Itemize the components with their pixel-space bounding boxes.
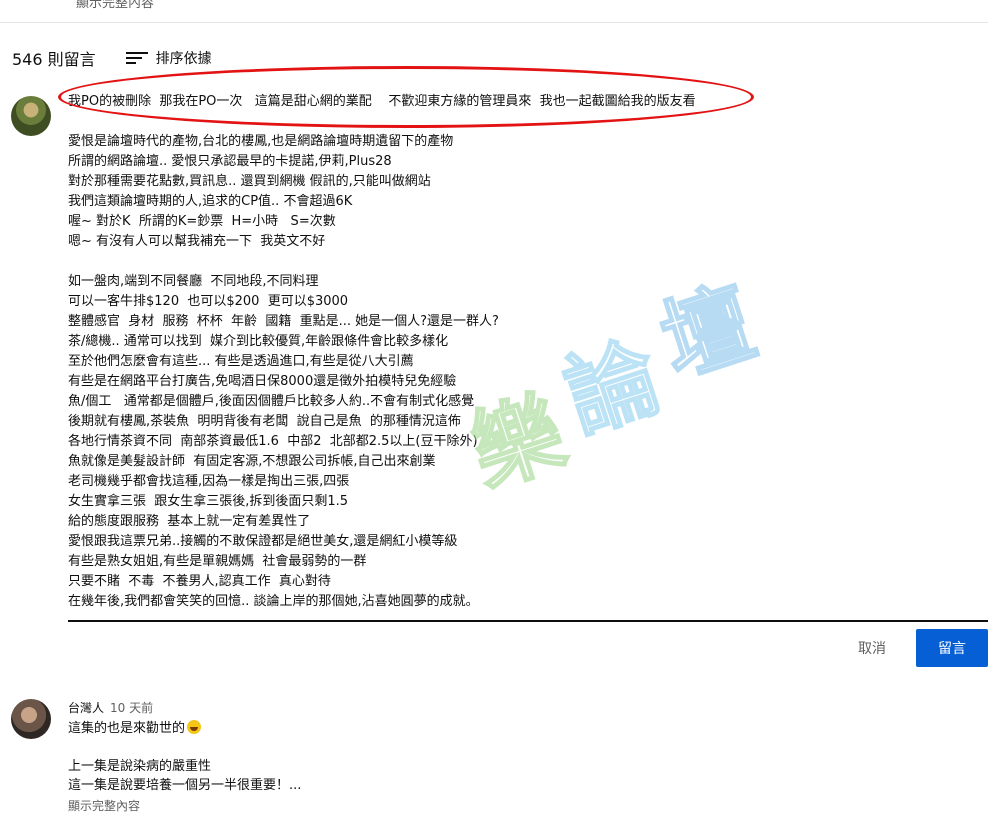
editor-line: 嗯~ 有沒有人可以幫我補充一下 我英文不好 [68, 234, 326, 249]
comment-line [68, 738, 968, 757]
sort-by-button[interactable]: 排序依據 [125, 48, 212, 68]
comment-line: 這集的也是來勸世的 [68, 721, 186, 736]
editor-line: 如一盤肉,端到不同餐廳 不同地段,不同料理 [68, 274, 319, 289]
commenter-avatar[interactable] [11, 699, 51, 739]
comments-header: 546 則留言 排序依據 [12, 46, 212, 70]
editor-line: 茶/總機.. 通常可以找到 媒介到比較優質,年齡跟條件會比較多樣化 [68, 334, 449, 349]
editor-line: 對於那種需要花點數,買訊息.. 還買到網機 假訊的,只能叫做網站 [68, 174, 431, 189]
comment-line: 上一集是說染病的嚴重性 [68, 759, 212, 774]
editor-line: 可以一客牛排$120 也可以$200 更可以$3000 [68, 294, 349, 309]
editor-line: 各地行情茶資不同 南部茶資最低1.6 中部2 北部都2.5以上(豆干除外) [68, 434, 478, 449]
editor-line: 所謂的網路論壇.. 愛恨只承認最早的卡提諾,伊莉,Plus28 [68, 154, 392, 169]
editor-line: 後期就有樓鳳,茶裝魚 明明背後有老闆 說自己是魚 的那種情況這佈 [68, 414, 461, 429]
comment-author[interactable]: 台灣人 [68, 701, 104, 715]
comment-time[interactable]: 10 天前 [110, 701, 153, 715]
cancel-button[interactable]: 取消 [840, 629, 904, 667]
comment-editor[interactable]: 我PO的被刪除 那我在PO一次 這篇是甜心網的業配 不歡迎東方緣的管理員來 我也… [68, 92, 988, 612]
editor-line: 我PO的被刪除 那我在PO一次 這篇是甜心網的業配 不歡迎東方緣的管理員來 我也… [68, 94, 696, 109]
editor-line: 愛恨是論壇時代的產物,台北的樓鳳,也是網路論壇時期遺留下的產物 [68, 134, 454, 149]
sort-icon [125, 51, 148, 65]
editor-line: 老司機幾乎都會找這種,因為一樣是掏出三張,四張 [68, 474, 350, 489]
editor-line: 魚/個工 通常都是個體戶,後面因個體戶比較多人約..不會有制式化感覺 [68, 394, 475, 409]
comment-body: 這集的也是來勸世的 上一集是說染病的嚴重性 這一集是說要培養一個另一半很重要！.… [68, 719, 968, 795]
editor-line: 我們這類論壇時期的人,追求的CP值.. 不會超過6K [68, 194, 353, 209]
comment-input[interactable]: 我PO的被刪除 那我在PO一次 這篇是甜心網的業配 不歡迎東方緣的管理員來 我也… [68, 92, 988, 612]
read-more-link[interactable]: 顯示完整內容 [68, 797, 968, 814]
divider [0, 22, 988, 23]
collapsed-text-fragment[interactable]: 顯示完整內容 [76, 0, 154, 11]
editor-line: 給的態度跟服務 基本上就一定有差異性了 [68, 514, 311, 529]
comment-submit-button[interactable]: 留言 [916, 629, 988, 667]
sort-by-label: 排序依據 [155, 51, 212, 67]
editor-line: 愛恨跟我這票兄弟..接觸的不敢保證都是絕世美女,還是網紅小模等級 [68, 534, 458, 549]
editor-line: 喔~ 對於K 所謂的K=鈔票 H=小時 S=次數 [68, 214, 336, 229]
comment-count: 546 則留言 [12, 50, 96, 69]
comment-input-underline [68, 620, 988, 622]
editor-line: 至於他們怎麼會有這些... 有些是透過進口,有些是從八大引薦 [68, 354, 414, 369]
comment-item: 台灣人 10 天前 這集的也是來勸世的 上一集是說染病的嚴重性 這一集是說要培養一… [68, 699, 968, 814]
editor-line: 有些是熟女姐姐,有些是單親媽媽 社會最弱勢的一群 [68, 554, 367, 569]
editor-line: 只要不賭 不毒 不養男人,認真工作 真心對待 [68, 574, 331, 589]
grinning-sweat-emoji-icon [187, 720, 202, 734]
comment-line: 這一集是說要培養一個另一半很重要！... [68, 778, 302, 793]
editor-line: 有些是在網路平台打廣告,免喝酒日保8000還是徵外拍模特兒免經驗 [68, 374, 457, 389]
editor-line: 在幾年後,我們都會笑笑的回憶.. 談論上岸的那個她,沾喜她圓夢的成就。 [68, 594, 479, 609]
editor-line: 女生實拿三張 跟女生拿三張後,拆到後面只剩1.5 [68, 494, 349, 509]
my-avatar [11, 96, 51, 136]
editor-line: 整體感官 身材 服務 杯杯 年齡 國籍 重點是... 她是一個人?還是一群人? [68, 314, 499, 329]
editor-line: 魚就像是美髮設計師 有固定客源,不想跟公司拆帳,自己出來創業 [68, 454, 436, 469]
